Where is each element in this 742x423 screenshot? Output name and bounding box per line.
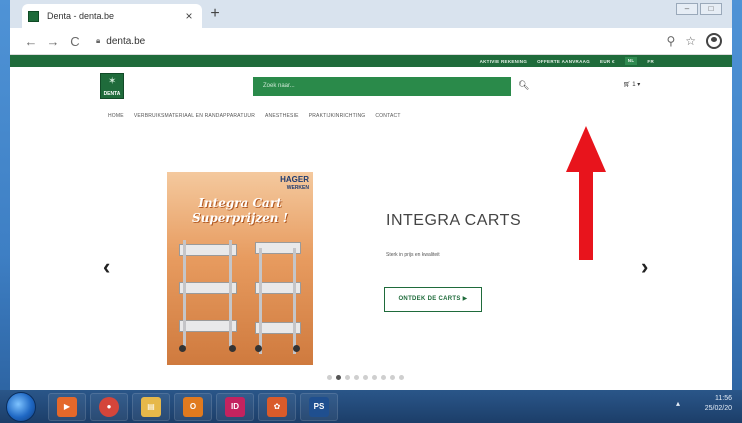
favicon-icon — [28, 10, 39, 22]
star-icon[interactable]: ☆ — [685, 34, 696, 48]
minimize-icon[interactable]: – — [676, 3, 698, 15]
site-logo[interactable]: ✶ DENTA — [100, 73, 124, 99]
toolbar-actions: ⚲ ☆ — [666, 33, 722, 49]
slide-subtitle: Sterk in prijs en kwaliteit — [386, 252, 440, 258]
hager-logo: HAGER WERKEN — [280, 175, 309, 192]
zoom-icon[interactable]: ⚲ — [666, 34, 675, 48]
lang-fr[interactable]: FR — [647, 59, 654, 64]
window-controls: – □ — [676, 3, 722, 15]
slide-dot-active[interactable] — [336, 375, 341, 380]
taskbar-app[interactable]: PS — [300, 392, 338, 421]
account-link[interactable]: AKTIVIE REKENING — [480, 59, 528, 64]
taskbar: ▶ ● ▤ O ID ✿ PS ▴ 11:56 25/02/20 — [0, 390, 742, 423]
quote-link[interactable]: OFFERTE AANVRAAG — [537, 59, 590, 64]
slide-dot[interactable] — [372, 375, 377, 380]
logo-spark-icon: ✶ — [108, 76, 117, 87]
paint-icon: ✿ — [267, 396, 287, 417]
outlook-icon: O — [183, 396, 203, 417]
taskbar-app[interactable]: O — [174, 392, 212, 421]
start-button[interactable] — [6, 391, 36, 422]
browser-toolbar: ← → C 🔒︎ denta.be ⚲ ☆ — [10, 28, 732, 55]
photoshop-icon: PS — [309, 396, 329, 417]
slide-dot[interactable] — [327, 375, 332, 380]
slide-dot[interactable] — [354, 375, 359, 380]
new-tab-button[interactable]: + — [206, 5, 224, 23]
system-clock[interactable]: 11:56 25/02/20 — [705, 394, 732, 414]
indesign-icon: ID — [225, 396, 245, 417]
slide-dots — [327, 375, 404, 380]
browser-tab[interactable]: Denta - denta.be × — [22, 4, 202, 28]
tray-arrow-icon[interactable]: ▴ — [676, 399, 680, 408]
prev-slide-icon[interactable]: ‹ — [103, 254, 110, 280]
maximize-icon[interactable]: □ — [700, 3, 722, 15]
search-icon[interactable]: 🔍︎ — [518, 80, 529, 91]
promo-image[interactable]: HAGER WERKEN Integra Cart Superprijzen ! — [167, 172, 313, 365]
menu-item-anesthesia[interactable]: ANESTHESIE — [265, 113, 299, 119]
lang-nl[interactable]: NL — [624, 57, 638, 65]
next-slide-icon[interactable]: › — [641, 254, 648, 280]
chrome-icon: ● — [99, 396, 119, 417]
cart-illustration-2 — [255, 242, 301, 354]
main-menu: HOME VERBRUIKSMATERIAAL EN RANDAPPARATUU… — [10, 109, 732, 123]
tab-strip: Denta - denta.be × + – □ — [10, 0, 732, 28]
taskbar-app[interactable]: ✿ — [258, 392, 296, 421]
site-topbar: AKTIVIE REKENING OFFERTE AANVRAAG EUR € … — [10, 55, 732, 67]
annotation-arrow-icon — [566, 126, 606, 260]
cart-button[interactable]: 🛒︎ 1 ▾ — [623, 81, 640, 88]
taskbar-app[interactable]: ▶ — [48, 392, 86, 421]
site-header: ✶ DENTA Zoek naar... 🔍︎ 🛒︎ 1 ▾ — [10, 67, 732, 109]
taskbar-app[interactable]: ID — [216, 392, 254, 421]
slide-dot[interactable] — [381, 375, 386, 380]
profile-icon[interactable] — [706, 33, 722, 49]
currency-select[interactable]: EUR € — [600, 59, 615, 64]
address-bar[interactable]: 🔒︎ denta.be — [96, 31, 666, 51]
slide-dot[interactable] — [345, 375, 350, 380]
media-player-icon: ▶ — [57, 396, 77, 417]
search-input[interactable]: Zoek naar... — [253, 77, 511, 96]
menu-item-practice[interactable]: PRAKTIJKINRICHTING — [309, 113, 366, 119]
promo-headline: Integra Cart Superprijzen ! — [192, 196, 288, 225]
cart-count: 1 — [632, 82, 636, 88]
slide-title: INTEGRA CARTS — [386, 212, 522, 229]
slide-dot[interactable] — [390, 375, 395, 380]
menu-item-contact[interactable]: CONTACT — [375, 113, 400, 119]
taskbar-app[interactable]: ● — [90, 392, 128, 421]
menu-item-home[interactable]: HOME — [108, 113, 124, 119]
discover-carts-button[interactable]: ONTDEK DE CARTS ▶ — [384, 287, 482, 312]
explorer-icon: ▤ — [141, 396, 161, 417]
slide-dot[interactable] — [363, 375, 368, 380]
lock-icon: 🔒︎ — [96, 36, 101, 45]
forward-icon[interactable]: → — [42, 34, 64, 49]
url-text: denta.be — [106, 35, 146, 47]
cart-illustration — [179, 234, 237, 352]
taskbar-app[interactable]: ▤ — [132, 392, 170, 421]
close-tab-icon[interactable]: × — [182, 9, 196, 23]
slide-dot[interactable] — [399, 375, 404, 380]
webpage: AKTIVIE REKENING OFFERTE AANVRAAG EUR € … — [10, 55, 732, 390]
tab-title: Denta - denta.be — [47, 11, 115, 21]
menu-item-consumables[interactable]: VERBRUIKSMATERIAAL EN RANDAPPARATUUR — [134, 113, 255, 119]
reload-icon[interactable]: C — [64, 34, 86, 49]
back-icon[interactable]: ← — [20, 34, 42, 49]
